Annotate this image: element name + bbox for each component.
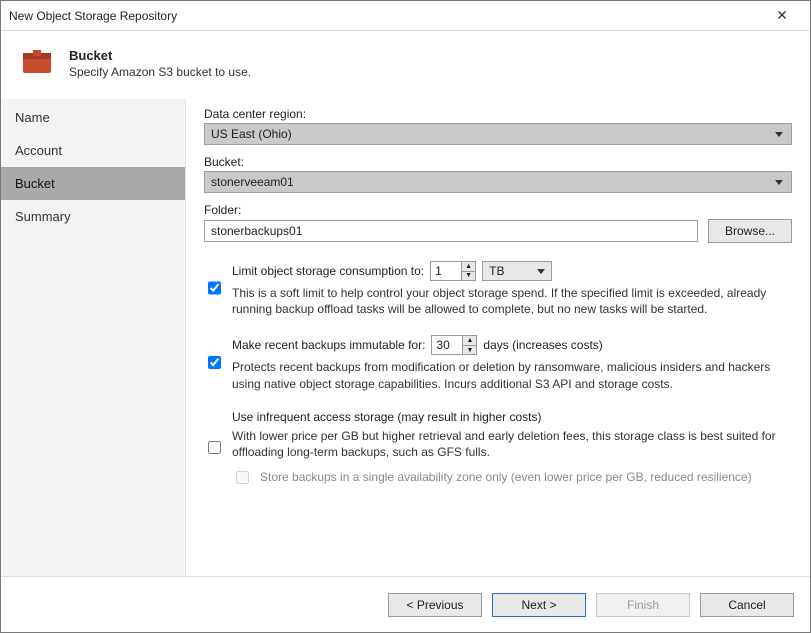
wizard-sidebar: Name Account Bucket Summary: [1, 99, 186, 576]
footer: < Previous Next > Finish Cancel: [1, 576, 810, 632]
bucket-label: Bucket:: [204, 155, 792, 169]
browse-button[interactable]: Browse...: [708, 219, 792, 243]
limit-label: Limit object storage consumption to:: [232, 264, 424, 278]
limit-unit-select[interactable]: TB: [482, 261, 552, 281]
spinner-buttons[interactable]: ▲▼: [461, 262, 475, 280]
window-title: New Object Storage Repository: [9, 9, 762, 23]
folder-input[interactable]: stonerbackups01: [204, 220, 698, 242]
limit-value-spinner[interactable]: 1 ▲▼: [430, 261, 476, 281]
region-select[interactable]: US East (Ohio): [204, 123, 792, 145]
titlebar: New Object Storage Repository ✕: [1, 1, 810, 31]
limit-unit: TB: [489, 264, 504, 278]
folder-value: stonerbackups01: [211, 224, 302, 238]
limit-value: 1: [431, 262, 461, 280]
infrequent-label: Use infrequent access storage (may resul…: [232, 410, 541, 424]
option-limit: Limit object storage consumption to: 1 ▲…: [204, 261, 792, 317]
spinner-buttons[interactable]: ▲▼: [462, 336, 476, 354]
region-label: Data center region:: [204, 107, 792, 121]
sidebar-item-account[interactable]: Account: [1, 134, 185, 167]
limit-checkbox[interactable]: [208, 262, 221, 314]
banner-text: Bucket Specify Amazon S3 bucket to use.: [69, 48, 251, 79]
bucket-select[interactable]: stonerveeam01: [204, 171, 792, 193]
folder-label: Folder:: [204, 203, 792, 217]
banner-subtitle: Specify Amazon S3 bucket to use.: [69, 65, 251, 79]
banner-title: Bucket: [69, 48, 251, 63]
infrequent-checkbox[interactable]: [208, 411, 221, 484]
bucket-icon: [19, 45, 55, 81]
infrequent-desc: With lower price per GB but higher retri…: [232, 428, 792, 460]
immutable-desc: Protects recent backups from modificatio…: [232, 359, 792, 391]
main-panel: Data center region: US East (Ohio) Bucke…: [186, 99, 810, 576]
next-button[interactable]: Next >: [492, 593, 586, 617]
close-icon[interactable]: ✕: [762, 2, 802, 30]
immutable-value-spinner[interactable]: 30 ▲▼: [431, 335, 477, 355]
limit-desc: This is a soft limit to help control you…: [232, 285, 792, 317]
region-value: US East (Ohio): [211, 127, 292, 141]
previous-button[interactable]: < Previous: [388, 593, 482, 617]
option-single-az: Store backups in a single availability z…: [232, 470, 792, 487]
option-infrequent: Use infrequent access storage (may resul…: [204, 410, 792, 487]
sidebar-item-bucket[interactable]: Bucket: [1, 167, 185, 200]
bucket-value: stonerveeam01: [211, 175, 294, 189]
sidebar-item-name[interactable]: Name: [1, 101, 185, 134]
single-az-label: Store backups in a single availability z…: [260, 470, 752, 487]
finish-button: Finish: [596, 593, 690, 617]
immutable-label: Make recent backups immutable for:: [232, 338, 425, 352]
sidebar-item-summary[interactable]: Summary: [1, 200, 185, 233]
banner: Bucket Specify Amazon S3 bucket to use.: [1, 31, 810, 99]
single-az-checkbox: [236, 471, 249, 484]
dialog-window: New Object Storage Repository ✕ Bucket S…: [0, 0, 811, 633]
immutable-checkbox[interactable]: [208, 336, 221, 388]
option-immutable: Make recent backups immutable for: 30 ▲▼…: [204, 335, 792, 391]
immutable-value: 30: [432, 336, 462, 354]
cancel-button[interactable]: Cancel: [700, 593, 794, 617]
immutable-suffix: days (increases costs): [483, 338, 602, 352]
